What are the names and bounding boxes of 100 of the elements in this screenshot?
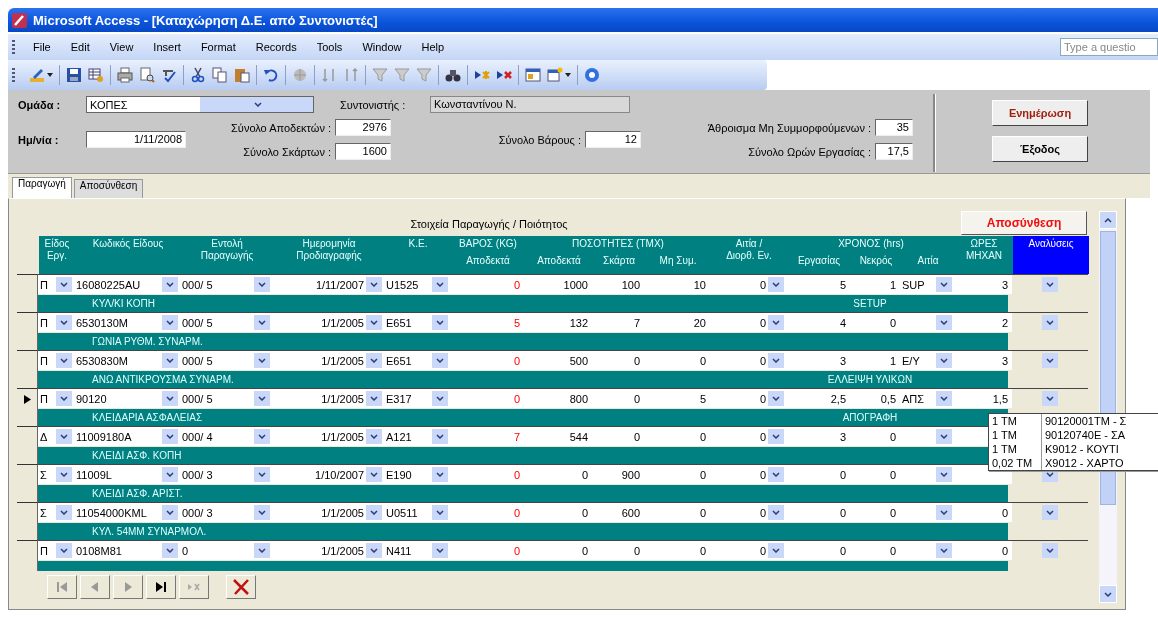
table-cell-text: 0 — [633, 430, 641, 443]
table-cell-text: 900 — [621, 468, 641, 481]
menu-item[interactable]: Edit — [60, 41, 100, 53]
table-cell-text: 0 — [758, 468, 767, 481]
table-cell-text: 2 — [1001, 316, 1009, 329]
text-field[interactable]: 12 — [585, 131, 641, 148]
column-header: Αναλύσεις — [1013, 236, 1089, 274]
table-cell-text: 000/ 3 — [182, 468, 214, 481]
table-cell-text: 1/1/2005 — [320, 506, 365, 519]
table-cell-text: 10 — [693, 278, 707, 291]
table-cell-text: 0 — [758, 316, 767, 329]
column-header: Αιτία / Διορθ. Εν. — [725, 237, 773, 263]
table-cell-text: 0 — [839, 544, 847, 557]
item-text: Κ9012 - ΚΟΥΤΙ — [1044, 442, 1120, 456]
table-cell-text: 1/1/2005 — [320, 430, 365, 443]
table-cell-text: 11009L — [76, 468, 113, 481]
table-cell-text: 20 — [693, 316, 707, 329]
table-cell-text: 0 — [889, 316, 897, 329]
table-cell-text: 0 — [758, 544, 767, 557]
text-field[interactable]: 17,5 — [875, 143, 913, 160]
menu-item[interactable]: Format — [190, 41, 246, 53]
table-cell-text: 0 — [758, 392, 767, 405]
cause-description: SETUP — [852, 298, 888, 309]
table-cell-text: 0 — [758, 430, 767, 443]
tab[interactable]: Αποσύνθεση — [73, 179, 144, 198]
help-search-field[interactable]: Type a questio — [1060, 38, 1158, 56]
table-cell-text: 0 — [633, 354, 641, 367]
field-label: Σύνολο Αποδεκτών : — [231, 121, 331, 134]
table-cell-text: 2,5 — [830, 392, 847, 405]
field-label: Σύνολο Βάρους : — [498, 133, 581, 146]
table-cell-text: E651 — [386, 354, 413, 367]
item-text: 90120001ΤΜ - Σ — [1044, 414, 1128, 428]
column-header: Εργασίας — [796, 254, 842, 268]
menu-item[interactable]: Window — [352, 41, 412, 53]
table-cell-text: 000/ 3 — [182, 506, 214, 519]
column-group-header: ΒΑΡΟΣ (KG) — [458, 237, 518, 251]
column-header: Νεκρός — [858, 254, 894, 268]
table-cell-text: 1/10/2007 — [314, 468, 365, 481]
table-cell-text: 7 — [633, 316, 641, 329]
table-cell-text: 0 — [758, 354, 767, 367]
table-cell-text: 90120 — [76, 392, 108, 405]
table-cell-text: N411 — [386, 544, 413, 557]
text-field[interactable]: 35 — [875, 119, 913, 136]
menu-item[interactable]: Records — [245, 41, 307, 53]
field-label: Συντονιστής : — [340, 98, 407, 111]
table-cell-text: 0108M81 — [76, 544, 123, 557]
table-cell-text: 11009180A — [76, 430, 133, 443]
menu-item[interactable]: Tools — [306, 41, 353, 53]
table-cell-text: Π — [40, 354, 49, 367]
quantity-text: 0,02 ΤΜ — [989, 456, 1042, 470]
column-header: Είδος Εργ. — [43, 237, 71, 263]
item-text: 90120740Ε - ΣΑ — [1044, 428, 1127, 442]
table-cell-text: 0 — [581, 544, 589, 557]
group-combo-box[interactable]: ΚΟΠΕΣ — [86, 96, 314, 113]
table-cell-text: 1/1/2005 — [320, 544, 365, 557]
date-field[interactable]: 1/11/2008 — [86, 131, 186, 148]
update-button[interactable]: Ενημέρωση — [992, 100, 1088, 126]
table-cell-text: 0 — [1001, 506, 1009, 519]
table-cell-text: 3 — [839, 354, 847, 367]
table-cell-text: 000/ 5 — [182, 354, 214, 367]
table-cell-text: 0 — [889, 468, 897, 481]
table-cell-text: 0,5 — [880, 392, 897, 405]
table-cell-text: U1525 — [386, 278, 420, 291]
table-cell-text: 0 — [889, 544, 897, 557]
column-header: Μη Συμ. — [658, 254, 698, 268]
column-header: ΩΡΕΣ ΜΗΧΑΝ — [964, 237, 1004, 263]
menu-item[interactable]: Help — [411, 41, 455, 53]
item-description: ΚΥΛ/ΚΙ ΚΟΠΗ — [91, 298, 156, 309]
text-field[interactable]: 2976 — [335, 119, 391, 136]
table-cell-text: 0 — [699, 506, 707, 519]
table-cell-text: 3 — [1001, 278, 1009, 291]
exit-button[interactable]: Έξοδος — [992, 136, 1088, 162]
table-cell-text: E190 — [386, 468, 413, 481]
table-cell-text: 16080225AU — [76, 278, 142, 291]
menu-item[interactable]: File — [23, 41, 61, 53]
table-cell-text: 1000 — [563, 278, 589, 291]
table-cell-text: 11054000KML — [76, 506, 148, 519]
column-header: Αποδεκτά — [465, 254, 511, 268]
field-label: Σύνολο Σκάρτων : — [243, 145, 331, 158]
table-cell-text: 600 — [621, 506, 641, 519]
table-cell-text: 0 — [182, 544, 190, 557]
table-cell-text: 0 — [758, 278, 767, 291]
table-cell-text: 0 — [633, 392, 641, 405]
table-cell-text: 0 — [513, 544, 521, 557]
column-header: Κ.Ε. — [407, 237, 429, 251]
tab[interactable]: Παραγωγή — [12, 177, 72, 198]
disassembly-button[interactable]: Αποσύνθεση — [961, 211, 1087, 235]
table-cell-text: 0 — [513, 392, 521, 405]
table-cell-text: 800 — [569, 392, 589, 405]
table-cell-text: 500 — [569, 354, 589, 367]
cause-description: ΕΛΛΕΙΨΗ ΥΛΙΚΩΝ — [826, 374, 914, 385]
text-field[interactable]: 1600 — [335, 143, 391, 160]
table-cell-text: Π — [40, 316, 49, 329]
menu-item[interactable]: Insert — [143, 41, 191, 53]
table-cell-text: 0 — [839, 506, 847, 519]
column-header: Αιτία — [916, 254, 940, 268]
quantity-text: 1 ΤΜ — [989, 428, 1042, 442]
menu-item[interactable]: View — [99, 41, 144, 53]
field-label: Άθροισμα Μη Συμμορφούμενων : — [707, 121, 871, 134]
table-cell-text: Δ — [40, 430, 49, 443]
